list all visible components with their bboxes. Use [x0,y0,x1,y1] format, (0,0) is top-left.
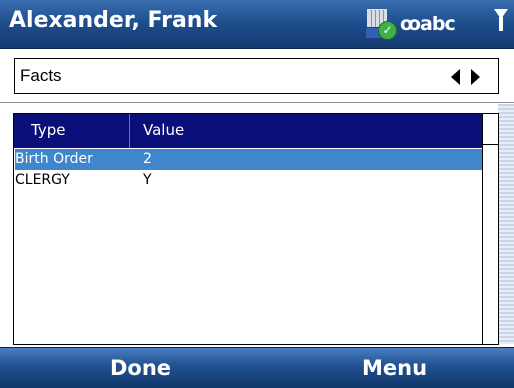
column-header-type[interactable]: Type [31,121,65,139]
column-separator[interactable] [129,114,130,148]
table-row[interactable]: CLERGY Y [15,170,483,191]
divider [0,102,514,103]
cell-value: Y [143,172,152,188]
arrow-left-icon[interactable] [451,69,460,85]
cell-value: 2 [143,151,152,167]
facts-selector[interactable]: Facts [14,58,499,94]
cell-type: CLERGY [15,172,70,188]
table-scrollbar[interactable] [482,114,498,344]
facts-selector-label: Facts [20,66,62,85]
softkey-bar: Done Menu [0,347,514,388]
table-row[interactable]: Birth Order 2 [15,149,483,170]
window-title: Alexander, Frank [9,8,218,33]
page-scrollbar[interactable] [498,104,514,344]
signal-icon [494,9,508,31]
table-scrollbar-thumb[interactable] [483,114,498,145]
device-sync-icon: ✓ [365,9,399,40]
title-bar: Alexander, Frank ✓ ꝏabc [0,0,514,49]
input-mode-indicator: ꝏabc [400,13,456,35]
menu-softkey[interactable]: Menu [362,356,427,380]
arrow-right-icon[interactable] [471,69,480,85]
voicemail-icon: ꝏ [400,13,421,35]
column-header-value[interactable]: Value [143,121,184,139]
cell-type: Birth Order [15,151,93,167]
table-header: Type Value [14,114,483,148]
facts-table: Type Value Birth Order 2 CLERGY Y [13,113,499,345]
done-softkey[interactable]: Done [110,356,171,380]
